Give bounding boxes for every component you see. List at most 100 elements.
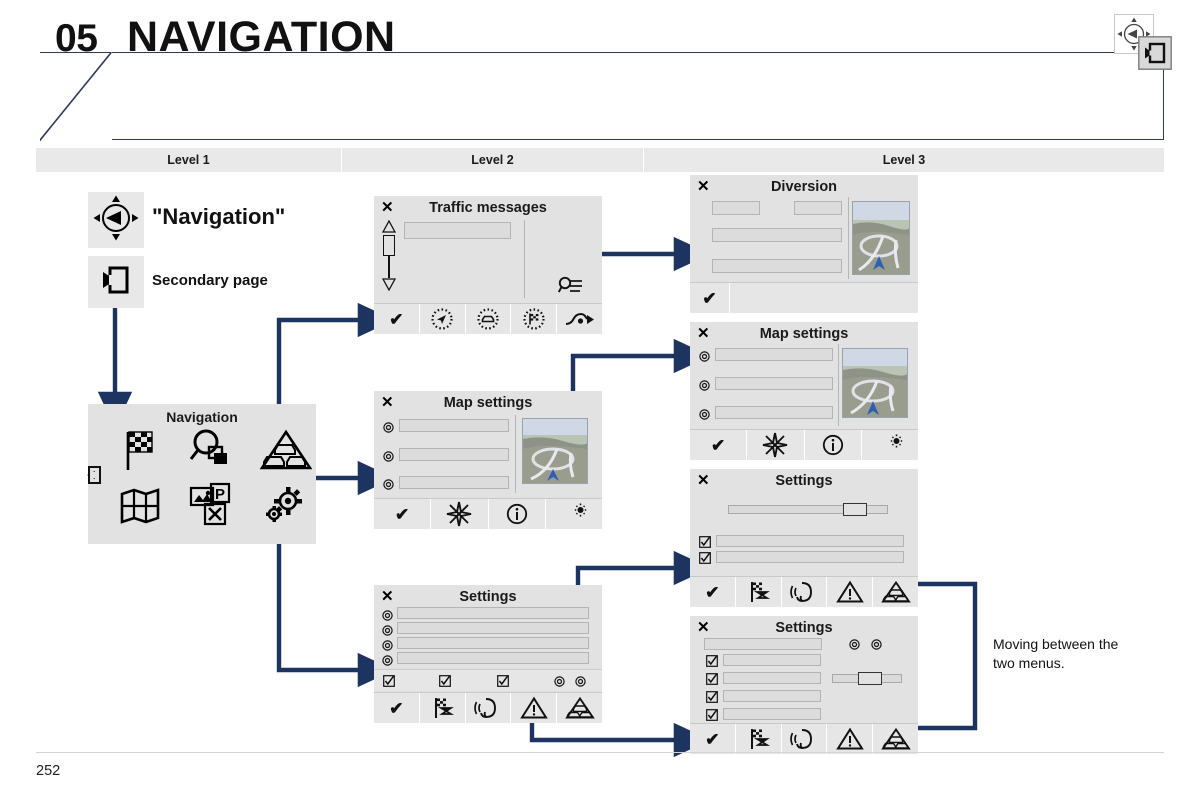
checkered-flag-icon[interactable] [120, 428, 158, 477]
gears-icon[interactable] [262, 484, 306, 533]
checkbox-icon[interactable] [706, 708, 718, 721]
checkbox-icon[interactable] [706, 690, 718, 703]
alerts-button[interactable] [827, 577, 874, 607]
destination-button[interactable] [511, 304, 558, 334]
screen-toolbar[interactable]: ✔ [374, 498, 602, 529]
map-settings-row[interactable] [399, 476, 509, 489]
diversion-field-to[interactable] [794, 201, 842, 215]
checkbox-icon[interactable] [706, 654, 718, 667]
settings-row[interactable] [723, 654, 821, 666]
radio-icon[interactable] [382, 653, 393, 666]
secondary-page-icon[interactable] [83, 464, 103, 491]
day-night-button[interactable] [862, 430, 918, 460]
radio-icon[interactable] [575, 674, 586, 687]
folded-map-icon[interactable] [118, 484, 162, 533]
diversion-field-from[interactable] [712, 201, 760, 215]
voice-button[interactable] [466, 693, 512, 723]
screen-map-settings-l2[interactable]: ✕ Map settings ✔ [374, 391, 602, 529]
validate-button[interactable]: ✔ [374, 693, 420, 723]
settings-row[interactable] [397, 607, 589, 619]
radio-icon[interactable] [871, 637, 882, 650]
traffic-cars-triangle-icon[interactable] [259, 428, 313, 477]
information-button[interactable] [489, 499, 546, 529]
radio-icon[interactable] [554, 674, 565, 687]
checkbox-icon[interactable] [699, 551, 711, 564]
radio-icon[interactable] [382, 608, 393, 621]
radio-icon[interactable] [699, 378, 710, 391]
radio-icon[interactable] [383, 420, 394, 433]
screen-toolbar[interactable]: ✔ [690, 576, 918, 607]
diversion-field-route[interactable] [712, 228, 842, 242]
radio-icon[interactable] [849, 637, 860, 650]
screen-toolbar[interactable]: ✔ [690, 429, 918, 460]
traffic-button[interactable] [873, 577, 918, 607]
screen-settings-l3-b[interactable]: ✕ Settings ✔ [690, 616, 918, 754]
navigation-menu-panel[interactable]: Navigation P [87, 404, 316, 544]
orientation-button[interactable] [747, 430, 805, 460]
settings-row[interactable] [723, 672, 821, 684]
radio-icon[interactable] [699, 407, 710, 420]
diversion-field-detail[interactable] [712, 259, 842, 273]
validate-button[interactable]: ✔ [690, 430, 748, 460]
radio-icon[interactable] [383, 477, 394, 490]
map-settings-row[interactable] [399, 448, 509, 461]
vehicle-button[interactable] [466, 304, 512, 334]
map-settings-row[interactable] [715, 348, 833, 361]
map-settings-row[interactable] [715, 377, 833, 390]
map-settings-row[interactable] [715, 406, 833, 419]
screen-toolbar[interactable]: ✔ [374, 303, 602, 334]
radio-icon[interactable] [383, 449, 394, 462]
validate-button[interactable]: ✔ [374, 499, 432, 529]
settings-top-field[interactable] [704, 638, 822, 650]
checkbox-icon[interactable] [699, 535, 711, 548]
settings-row[interactable] [716, 535, 904, 547]
alerts-button[interactable] [827, 724, 874, 754]
screen-toolbar[interactable]: ✔ [690, 282, 918, 313]
volume-slider-knob[interactable] [843, 503, 867, 516]
route-options-button[interactable] [420, 693, 466, 723]
search-list-icon[interactable] [557, 275, 584, 302]
route-options-button[interactable] [736, 577, 782, 607]
traffic-button[interactable] [557, 693, 602, 723]
validate-button[interactable]: ✔ [374, 304, 420, 334]
orientation-button[interactable] [431, 499, 489, 529]
settings-row[interactable] [723, 690, 821, 702]
validate-button[interactable]: ✔ [690, 283, 730, 313]
screen-traffic-messages[interactable]: ✕ Traffic messages ✔ [374, 196, 602, 334]
map-settings-row[interactable] [399, 419, 509, 432]
radio-icon[interactable] [382, 623, 393, 636]
screen-toolbar[interactable]: ✔ [374, 692, 602, 723]
poi-parking-restaurant-icon[interactable]: P [188, 482, 236, 533]
threshold-slider-knob[interactable] [858, 672, 882, 685]
day-night-button[interactable] [546, 499, 602, 529]
screen-settings-l2[interactable]: ✕ Settings ✔ [374, 585, 602, 723]
screen-settings-l3-a[interactable]: ✕ Settings ✔ [690, 469, 918, 607]
settings-row[interactable] [723, 708, 821, 720]
magnifier-layers-icon[interactable] [189, 428, 235, 477]
scroll-down-arrow-icon[interactable] [381, 278, 397, 296]
route-options-button[interactable] [736, 724, 782, 754]
validate-button[interactable]: ✔ [690, 724, 736, 754]
scrollbar-track[interactable] [388, 256, 390, 278]
settings-row[interactable] [397, 652, 589, 664]
validate-button[interactable]: ✔ [690, 577, 736, 607]
checkbox-icon[interactable] [706, 672, 718, 685]
message-list-field[interactable] [404, 222, 511, 239]
alerts-button[interactable] [511, 693, 558, 723]
settings-row[interactable] [716, 551, 904, 563]
screen-map-settings-l3[interactable]: ✕ Map settings ✔ [690, 322, 918, 460]
traffic-button[interactable] [873, 724, 918, 754]
checkbox-icon[interactable] [439, 674, 451, 687]
guidance-button[interactable] [420, 304, 466, 334]
checkbox-icon[interactable] [497, 674, 509, 687]
screen-diversion[interactable]: ✕ Diversion ✔ [690, 175, 918, 313]
settings-row[interactable] [397, 637, 589, 649]
radio-icon[interactable] [699, 349, 710, 362]
checkbox-strip[interactable] [374, 669, 602, 690]
diversion-button[interactable] [557, 304, 602, 334]
scrollbar-thumb[interactable] [383, 235, 395, 256]
information-button[interactable] [805, 430, 862, 460]
checkbox-icon[interactable] [383, 674, 395, 687]
settings-row[interactable] [397, 622, 589, 634]
voice-button[interactable] [782, 577, 828, 607]
